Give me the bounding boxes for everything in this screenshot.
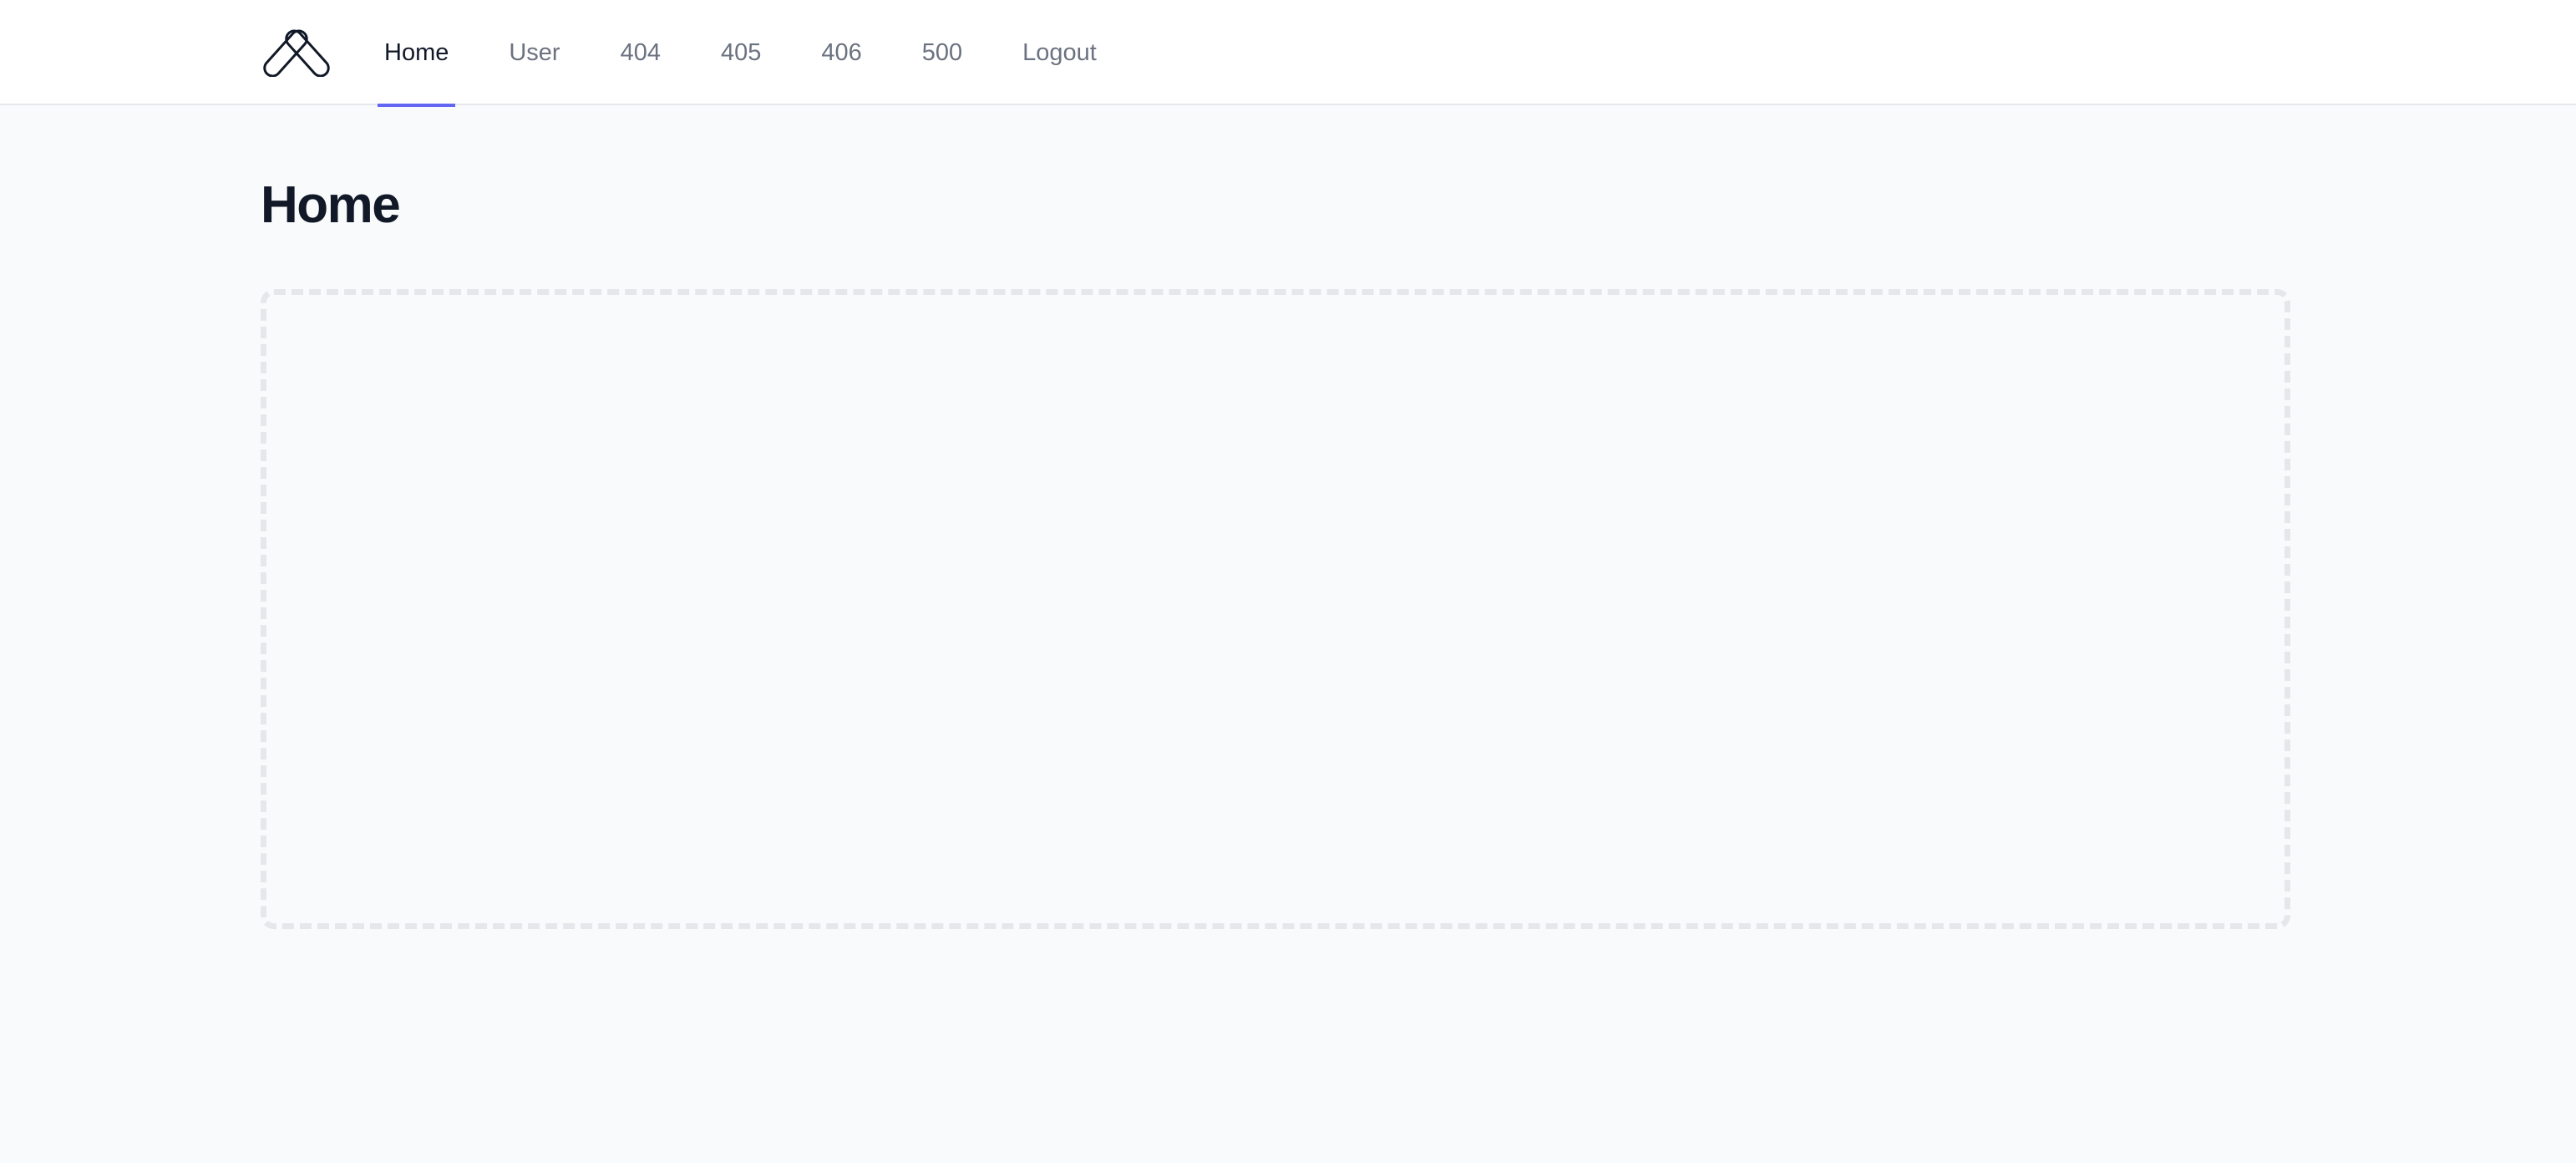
nav-item-label: 405 bbox=[720, 38, 762, 66]
nav-item-404[interactable]: 404 bbox=[614, 0, 667, 105]
main-nav: Home User 404 405 406 500 Logout bbox=[378, 0, 1150, 107]
nav-item-406[interactable]: 406 bbox=[814, 0, 868, 105]
pill-logo-icon[interactable] bbox=[261, 25, 336, 78]
content-placeholder bbox=[261, 289, 2290, 929]
nav-item-label: User bbox=[509, 38, 560, 66]
top-navigation-bar: Home User 404 405 406 500 Logout bbox=[0, 0, 2576, 107]
nav-item-label: 406 bbox=[821, 38, 862, 66]
nav-item-label: Home bbox=[384, 38, 449, 66]
nav-item-label: Logout bbox=[1022, 38, 1097, 66]
nav-item-home[interactable]: Home bbox=[378, 0, 456, 107]
page-title: Home bbox=[261, 176, 401, 234]
nav-item-user[interactable]: User bbox=[502, 0, 566, 105]
nav-item-label: 404 bbox=[620, 38, 661, 66]
nav-item-label: 500 bbox=[921, 38, 963, 66]
nav-item-405[interactable]: 405 bbox=[714, 0, 768, 105]
nav-item-logout[interactable]: Logout bbox=[1016, 0, 1103, 105]
nav-item-500[interactable]: 500 bbox=[915, 0, 969, 105]
